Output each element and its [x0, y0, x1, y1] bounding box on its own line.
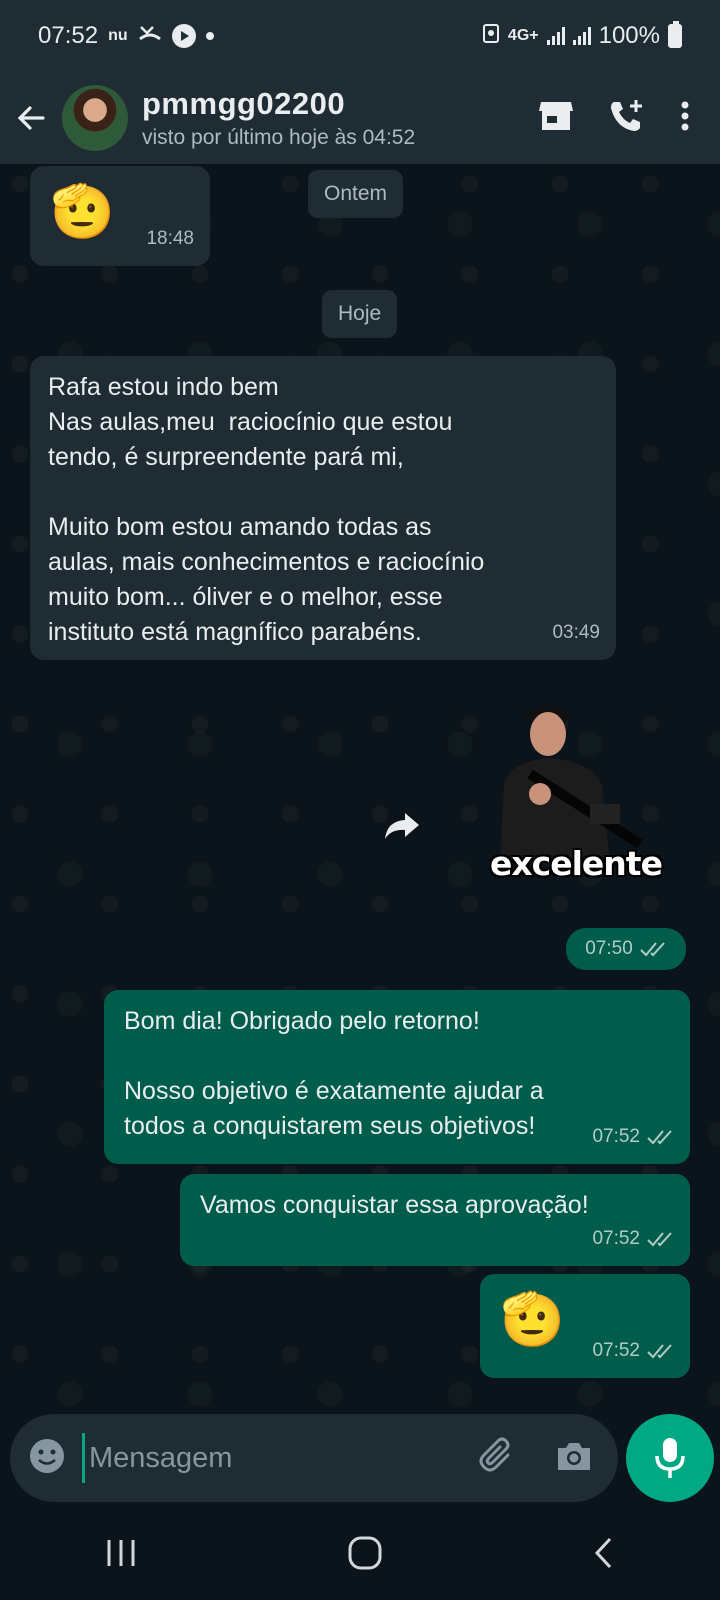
contact-avatar[interactable] [62, 85, 128, 151]
menu-button[interactable] [680, 100, 690, 137]
chevron-left-icon [594, 1537, 611, 1568]
message-time: 07:50 [585, 938, 633, 959]
message-meta: 07:52 [592, 1221, 674, 1256]
emoji-button[interactable] [28, 1437, 66, 1480]
notification-dot-icon [205, 32, 214, 40]
double-check-icon [647, 1343, 672, 1358]
forward-button[interactable] [380, 804, 424, 848]
message-line: aulas, mais conhecimentos e raciocínio [48, 548, 485, 576]
store-button[interactable] [538, 99, 574, 138]
more-vert-icon [681, 101, 689, 130]
data-saver-icon [482, 22, 500, 51]
double-check-icon [647, 1231, 672, 1246]
back-nav-button[interactable] [592, 1536, 616, 1575]
message-line: Vamos conquistar essa aprovação! [200, 1191, 589, 1219]
emoji-icon [30, 1438, 64, 1473]
signal-icon [546, 27, 565, 45]
sticker-message[interactable]: excelente [490, 694, 663, 904]
message-outgoing-text[interactable]: Vamos conquistar essa aprovação! 07:52 [180, 1174, 690, 1266]
recent-apps-button[interactable] [104, 1538, 138, 1573]
system-nav-bar [0, 1510, 720, 1600]
message-meta: 07:52 [592, 1119, 674, 1154]
arrow-left-icon [17, 106, 45, 130]
message-incoming-text[interactable]: Rafa estou indo bem Nas aulas,meu racioc… [30, 356, 616, 660]
message-line: Nosso objetivo é exatamente ajudar a [124, 1077, 544, 1105]
contact-info[interactable]: pmmgg02200 visto por último hoje às 04:5… [142, 86, 538, 150]
message-time: 07:52 [592, 1126, 640, 1147]
recent-apps-icon [107, 1539, 135, 1566]
network-type: 4G+ [507, 27, 539, 44]
message-line [48, 475, 598, 510]
message-time: 18:48 [146, 228, 194, 249]
message-line: muito bom... óliver e o melhor, esse [48, 583, 443, 611]
media-play-icon [171, 24, 196, 48]
forward-icon [385, 813, 419, 839]
message-outgoing-emoji[interactable]: 🫡 07:52 [480, 1274, 690, 1378]
last-seen: visto por último hoje às 04:52 [142, 126, 416, 149]
microphone-icon [655, 1438, 685, 1478]
message-time: 03:49 [552, 622, 600, 643]
attach-button[interactable] [478, 1437, 516, 1480]
carrier-glyph: nu [108, 27, 128, 44]
signal-icon-2 [572, 27, 591, 45]
message-time: 07:52 [592, 1228, 640, 1249]
date-separator-today: Hoje [322, 290, 398, 338]
message-line: Muito bom estou amando todas as [48, 513, 432, 541]
battery-icon [668, 21, 682, 48]
back-button[interactable] [0, 72, 62, 164]
message-line: todos a conquistarem seus objetivos! [124, 1112, 536, 1140]
status-bar: 07:52 nu 4G+ 100% [0, 0, 720, 72]
message-emoji: 🫡 [50, 182, 115, 242]
message-line: tendo, é surpreendente pará mi, [48, 443, 404, 471]
message-emoji: 🫡 [500, 1290, 565, 1350]
missed-call-icon [138, 22, 162, 50]
message-incoming-emoji[interactable]: 🫡 18:48 [30, 166, 210, 266]
paperclip-icon [479, 1437, 510, 1471]
chat-header: pmmgg02200 visto por último hoje às 04:5… [0, 72, 720, 164]
home-icon [348, 1536, 382, 1569]
message-meta: 03:49 [552, 615, 600, 650]
header-actions [538, 98, 720, 139]
camera-icon [558, 1442, 590, 1470]
status-left: 07:52 nu [38, 22, 214, 50]
voice-record-button[interactable] [626, 1414, 714, 1502]
message-line: Rafa estou indo bem [48, 373, 279, 401]
message-line: Nas aulas,meu raciocínio que estou [48, 408, 453, 436]
sticker-time-pill: 07:50 [566, 928, 686, 970]
camera-button[interactable] [554, 1438, 594, 1479]
double-check-icon [640, 942, 665, 957]
message-outgoing-text[interactable]: Bom dia! Obrigado pelo retorno! Nosso ob… [104, 990, 690, 1164]
double-check-icon [647, 1129, 672, 1144]
sticker-text: excelente [490, 844, 663, 883]
message-line: Bom dia! Obrigado pelo retorno! [124, 1007, 480, 1035]
date-separator-yesterday: Ontem [308, 170, 404, 218]
message-meta: 18:48 [146, 221, 194, 256]
message-line: instituto está magnífico parabéns. [48, 618, 422, 646]
status-time: 07:52 [38, 22, 99, 49]
add-call-button[interactable] [608, 98, 646, 139]
message-line [124, 1039, 670, 1074]
message-input[interactable] [82, 1433, 478, 1483]
status-right: 4G+ 100% [482, 21, 682, 51]
store-icon [539, 101, 573, 130]
add-call-icon [611, 99, 642, 131]
battery-percent: 100% [598, 22, 660, 49]
chat-area[interactable]: 🫡 18:48 Ontem Hoje Rafa estou indo bem N… [0, 164, 720, 1414]
message-time: 07:52 [592, 1340, 640, 1361]
contact-name: pmmgg02200 [142, 86, 346, 121]
soldier-sticker-image [500, 706, 643, 864]
message-composer [10, 1414, 618, 1502]
home-button[interactable] [347, 1535, 383, 1576]
message-meta: 07:52 [592, 1333, 674, 1368]
